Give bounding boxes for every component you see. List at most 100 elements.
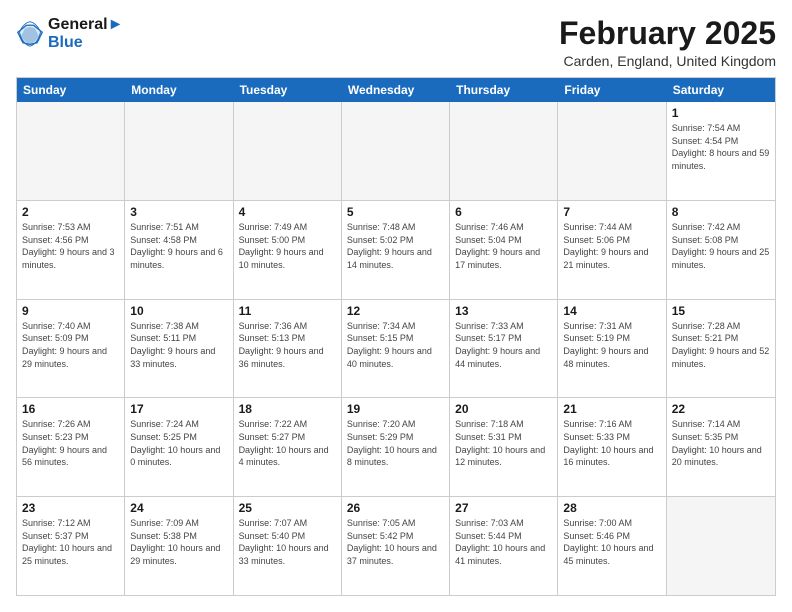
day-number: 2	[22, 205, 119, 219]
day-info: Sunrise: 7:14 AM Sunset: 5:35 PM Dayligh…	[672, 418, 770, 468]
day-cell-2-2: 3 Sunrise: 7:51 AM Sunset: 4:58 PM Daylig…	[125, 201, 233, 299]
day-cell-2-1: 2 Sunrise: 7:53 AM Sunset: 4:56 PM Daylig…	[17, 201, 125, 299]
day-number: 16	[22, 402, 119, 416]
day-info: Sunrise: 7:03 AM Sunset: 5:44 PM Dayligh…	[455, 517, 552, 567]
day-number: 8	[672, 205, 770, 219]
day-number: 22	[672, 402, 770, 416]
location: Carden, England, United Kingdom	[559, 53, 776, 69]
day-number: 20	[455, 402, 552, 416]
day-number: 24	[130, 501, 227, 515]
day-number: 25	[239, 501, 336, 515]
day-cell-1-6	[558, 102, 666, 200]
day-number: 23	[22, 501, 119, 515]
day-number: 6	[455, 205, 552, 219]
day-number: 1	[672, 106, 770, 120]
day-number: 27	[455, 501, 552, 515]
day-info: Sunrise: 7:28 AM Sunset: 5:21 PM Dayligh…	[672, 320, 770, 370]
day-info: Sunrise: 7:48 AM Sunset: 5:02 PM Dayligh…	[347, 221, 444, 271]
day-number: 19	[347, 402, 444, 416]
day-info: Sunrise: 7:26 AM Sunset: 5:23 PM Dayligh…	[22, 418, 119, 468]
day-number: 10	[130, 304, 227, 318]
day-info: Sunrise: 7:36 AM Sunset: 5:13 PM Dayligh…	[239, 320, 336, 370]
header-sunday: Sunday	[17, 78, 125, 102]
day-info: Sunrise: 7:18 AM Sunset: 5:31 PM Dayligh…	[455, 418, 552, 468]
day-number: 12	[347, 304, 444, 318]
day-cell-3-1: 9 Sunrise: 7:40 AM Sunset: 5:09 PM Daylig…	[17, 300, 125, 398]
day-cell-2-5: 6 Sunrise: 7:46 AM Sunset: 5:04 PM Daylig…	[450, 201, 558, 299]
day-info: Sunrise: 7:44 AM Sunset: 5:06 PM Dayligh…	[563, 221, 660, 271]
day-info: Sunrise: 7:12 AM Sunset: 5:37 PM Dayligh…	[22, 517, 119, 567]
week-row-5: 23 Sunrise: 7:12 AM Sunset: 5:37 PM Dayli…	[17, 496, 775, 595]
day-cell-1-5	[450, 102, 558, 200]
day-info: Sunrise: 7:16 AM Sunset: 5:33 PM Dayligh…	[563, 418, 660, 468]
day-number: 21	[563, 402, 660, 416]
day-cell-1-4	[342, 102, 450, 200]
header-saturday: Saturday	[667, 78, 775, 102]
day-cell-4-7: 22 Sunrise: 7:14 AM Sunset: 5:35 PM Dayli…	[667, 398, 775, 496]
day-cell-1-2	[125, 102, 233, 200]
day-info: Sunrise: 7:49 AM Sunset: 5:00 PM Dayligh…	[239, 221, 336, 271]
day-cell-5-3: 25 Sunrise: 7:07 AM Sunset: 5:40 PM Dayli…	[234, 497, 342, 595]
day-cell-5-4: 26Sunrise: 7:05 AM Sunset: 5:42 PM Dayli…	[342, 497, 450, 595]
day-number: 9	[22, 304, 119, 318]
day-info: Sunrise: 7:31 AM Sunset: 5:19 PM Dayligh…	[563, 320, 660, 370]
day-number: 14	[563, 304, 660, 318]
header-tuesday: Tuesday	[234, 78, 342, 102]
day-info: Sunrise: 7:54 AM Sunset: 4:54 PM Dayligh…	[672, 122, 770, 172]
day-info: Sunrise: 7:20 AM Sunset: 5:29 PM Dayligh…	[347, 418, 444, 468]
calendar: Sunday Monday Tuesday Wednesday Thursday…	[16, 77, 776, 596]
day-info: Sunrise: 7:05 AM Sunset: 5:42 PM Dayligh…	[347, 517, 444, 567]
day-number: 5	[347, 205, 444, 219]
day-number: 15	[672, 304, 770, 318]
day-info: Sunrise: 7:33 AM Sunset: 5:17 PM Dayligh…	[455, 320, 552, 370]
day-cell-3-4: 12 Sunrise: 7:34 AM Sunset: 5:15 PM Dayli…	[342, 300, 450, 398]
day-cell-4-2: 17Sunrise: 7:24 AM Sunset: 5:25 PM Dayli…	[125, 398, 233, 496]
day-cell-4-1: 16 Sunrise: 7:26 AM Sunset: 5:23 PM Dayli…	[17, 398, 125, 496]
month-title: February 2025	[559, 16, 776, 51]
page: General► Blue February 2025 Carden, Engl…	[0, 0, 792, 612]
calendar-header: Sunday Monday Tuesday Wednesday Thursday…	[17, 78, 775, 102]
day-number: 11	[239, 304, 336, 318]
header: General► Blue February 2025 Carden, Engl…	[16, 16, 776, 69]
calendar-body: 1 Sunrise: 7:54 AM Sunset: 4:54 PM Daylig…	[17, 102, 775, 595]
day-cell-3-5: 13Sunrise: 7:33 AM Sunset: 5:17 PM Dayli…	[450, 300, 558, 398]
day-cell-1-3	[234, 102, 342, 200]
day-number: 28	[563, 501, 660, 515]
day-number: 4	[239, 205, 336, 219]
day-info: Sunrise: 7:51 AM Sunset: 4:58 PM Dayligh…	[130, 221, 227, 271]
day-cell-2-6: 7 Sunrise: 7:44 AM Sunset: 5:06 PM Daylig…	[558, 201, 666, 299]
day-cell-5-6: 28 Sunrise: 7:00 AM Sunset: 5:46 PM Dayli…	[558, 497, 666, 595]
day-cell-2-4: 5 Sunrise: 7:48 AM Sunset: 5:02 PM Daylig…	[342, 201, 450, 299]
day-cell-5-2: 24 Sunrise: 7:09 AM Sunset: 5:38 PM Dayli…	[125, 497, 233, 595]
day-info: Sunrise: 7:53 AM Sunset: 4:56 PM Dayligh…	[22, 221, 119, 271]
day-info: Sunrise: 7:00 AM Sunset: 5:46 PM Dayligh…	[563, 517, 660, 567]
week-row-1: 1 Sunrise: 7:54 AM Sunset: 4:54 PM Daylig…	[17, 102, 775, 200]
day-cell-4-6: 21 Sunrise: 7:16 AM Sunset: 5:33 PM Dayli…	[558, 398, 666, 496]
day-info: Sunrise: 7:46 AM Sunset: 5:04 PM Dayligh…	[455, 221, 552, 271]
day-info: Sunrise: 7:09 AM Sunset: 5:38 PM Dayligh…	[130, 517, 227, 567]
day-number: 3	[130, 205, 227, 219]
day-cell-4-4: 19 Sunrise: 7:20 AM Sunset: 5:29 PM Dayli…	[342, 398, 450, 496]
week-row-2: 2 Sunrise: 7:53 AM Sunset: 4:56 PM Daylig…	[17, 200, 775, 299]
logo: General► Blue	[16, 16, 123, 51]
day-info: Sunrise: 7:07 AM Sunset: 5:40 PM Dayligh…	[239, 517, 336, 567]
week-row-3: 9 Sunrise: 7:40 AM Sunset: 5:09 PM Daylig…	[17, 299, 775, 398]
day-cell-3-7: 15 Sunrise: 7:28 AM Sunset: 5:21 PM Dayli…	[667, 300, 775, 398]
day-cell-5-5: 27 Sunrise: 7:03 AM Sunset: 5:44 PM Dayli…	[450, 497, 558, 595]
day-cell-3-6: 14 Sunrise: 7:31 AM Sunset: 5:19 PM Dayli…	[558, 300, 666, 398]
logo-text: General► Blue	[48, 16, 123, 51]
day-cell-2-7: 8Sunrise: 7:42 AM Sunset: 5:08 PM Daylig…	[667, 201, 775, 299]
header-monday: Monday	[125, 78, 233, 102]
day-cell-3-3: 11 Sunrise: 7:36 AM Sunset: 5:13 PM Dayli…	[234, 300, 342, 398]
day-cell-5-7	[667, 497, 775, 595]
day-info: Sunrise: 7:24 AM Sunset: 5:25 PM Dayligh…	[130, 418, 227, 468]
day-cell-1-7: 1 Sunrise: 7:54 AM Sunset: 4:54 PM Daylig…	[667, 102, 775, 200]
logo-icon	[16, 20, 44, 48]
day-number: 7	[563, 205, 660, 219]
day-info: Sunrise: 7:22 AM Sunset: 5:27 PM Dayligh…	[239, 418, 336, 468]
day-info: Sunrise: 7:34 AM Sunset: 5:15 PM Dayligh…	[347, 320, 444, 370]
day-info: Sunrise: 7:40 AM Sunset: 5:09 PM Dayligh…	[22, 320, 119, 370]
title-block: February 2025 Carden, England, United Ki…	[559, 16, 776, 69]
day-cell-5-1: 23 Sunrise: 7:12 AM Sunset: 5:37 PM Dayli…	[17, 497, 125, 595]
day-cell-2-3: 4 Sunrise: 7:49 AM Sunset: 5:00 PM Daylig…	[234, 201, 342, 299]
